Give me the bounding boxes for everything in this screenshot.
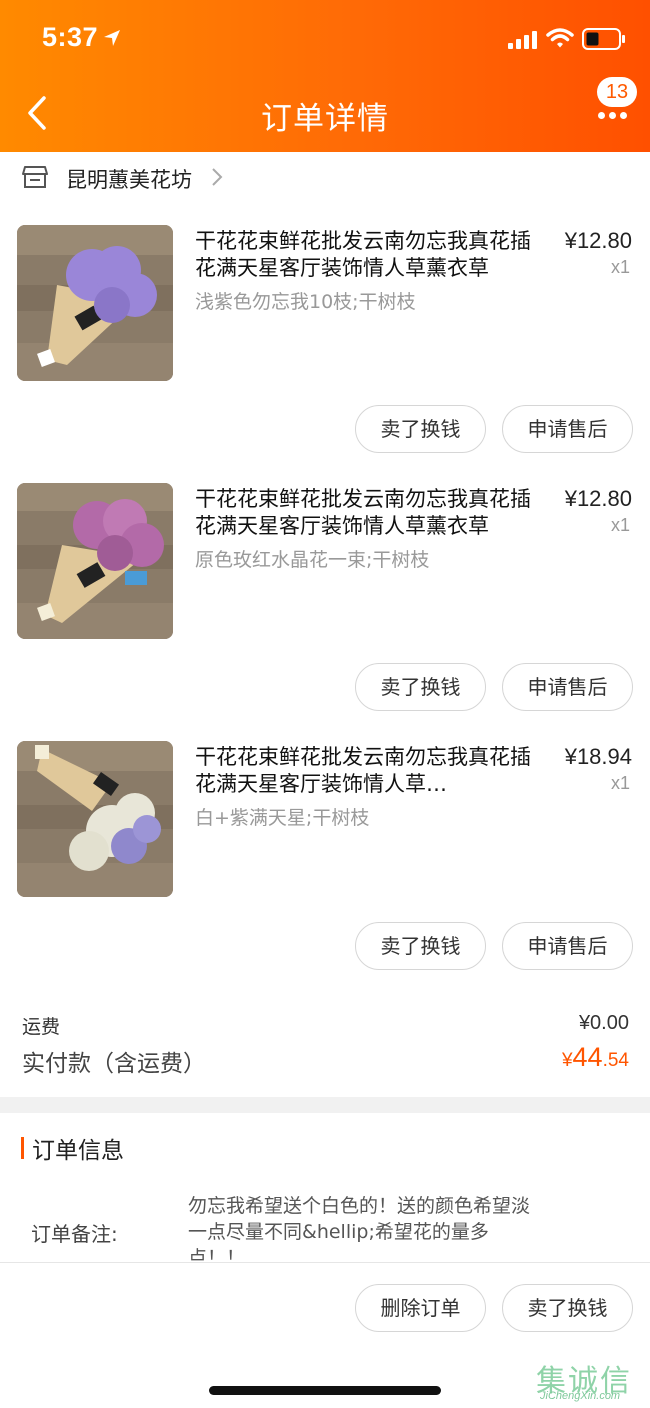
resell-button[interactable]: 卖了换钱 bbox=[355, 922, 486, 970]
delete-order-button[interactable]: 删除订单 bbox=[355, 1284, 486, 1332]
product-image[interactable] bbox=[17, 225, 173, 381]
status-time: 5:37 bbox=[42, 22, 99, 52]
order-item[interactable]: 干花花束鲜花批发云南勿忘我真花插花满天星客厅装饰情人草… 白+紫满天星;干树枝 … bbox=[0, 741, 650, 999]
order-item[interactable]: 干花花束鲜花批发云南勿忘我真花插花满天星客厅装饰情人草薰衣草 浅紫色勿忘我10枝… bbox=[0, 225, 650, 483]
product-title[interactable]: 干花花束鲜花批发云南勿忘我真花插花满天星客厅装饰情人草… bbox=[195, 744, 545, 798]
location-arrow-icon bbox=[104, 30, 120, 46]
product-sku: 原色玫红水晶花一束;干树枝 bbox=[195, 549, 430, 571]
resell-button[interactable]: 卖了换钱 bbox=[355, 663, 486, 711]
product-image[interactable] bbox=[17, 741, 173, 897]
bottom-action-bar: 删除订单 卖了换钱 集诚信 JiChengXin.com bbox=[0, 1262, 650, 1408]
product-quantity: x1 bbox=[610, 257, 630, 277]
resell-button[interactable]: 卖了换钱 bbox=[355, 405, 486, 453]
store-icon bbox=[22, 166, 48, 188]
section-divider bbox=[0, 1097, 650, 1113]
shipping-value: ¥0.00 bbox=[578, 1012, 629, 1034]
product-title[interactable]: 干花花束鲜花批发云南勿忘我真花插花满天星客厅装饰情人草薰衣草 bbox=[195, 486, 545, 540]
paid-amount-label: 实付款（含运费） bbox=[22, 1051, 206, 1077]
order-note-text: 勿忘我希望送个白色的！送的颜色希望淡一点尽量不同&hellip;希望花的量多点！… bbox=[188, 1195, 531, 1261]
page-title: 订单详情 bbox=[261, 101, 389, 137]
product-sku: 浅紫色勿忘我10枝;干树枝 bbox=[195, 291, 416, 313]
wifi-icon bbox=[546, 28, 574, 48]
after-sale-button[interactable]: 申请售后 bbox=[502, 922, 633, 970]
shop-row[interactable]: 昆明蕙美花坊 bbox=[0, 152, 650, 204]
resell-order-button[interactable]: 卖了换钱 bbox=[502, 1284, 633, 1332]
paid-decimal: .54 bbox=[602, 1050, 629, 1071]
battery-icon bbox=[582, 28, 625, 50]
product-sku: 白+紫满天星;干树枝 bbox=[195, 807, 370, 829]
shop-name[interactable]: 昆明蕙美花坊 bbox=[66, 164, 192, 194]
product-price: ¥12.80 bbox=[564, 228, 632, 253]
product-quantity: x1 bbox=[610, 773, 630, 793]
message-count-badge: 13 bbox=[597, 77, 637, 107]
after-sale-button[interactable]: 申请售后 bbox=[502, 663, 633, 711]
order-info-title: 订单信息 bbox=[32, 1138, 124, 1164]
app-header: 5:37 订单详情 13 bbox=[0, 0, 650, 152]
section-accent-bar bbox=[21, 1137, 24, 1159]
product-quantity: x1 bbox=[610, 515, 630, 535]
after-sale-button[interactable]: 申请售后 bbox=[502, 405, 633, 453]
cellular-signal-icon bbox=[508, 31, 537, 49]
home-indicator[interactable] bbox=[209, 1386, 441, 1395]
watermark-logo: 集诚信 JiChengXin.com bbox=[532, 1356, 650, 1406]
chevron-right-icon bbox=[212, 168, 223, 186]
shipping-label: 运费 bbox=[22, 1016, 61, 1038]
product-price: ¥18.94 bbox=[564, 744, 632, 769]
more-options-icon[interactable] bbox=[592, 106, 632, 126]
product-price: ¥12.80 bbox=[564, 486, 632, 511]
watermark-url: JiChengXin.com bbox=[540, 1390, 621, 1402]
product-image[interactable] bbox=[17, 483, 173, 639]
product-title[interactable]: 干花花束鲜花批发云南勿忘我真花插花满天星客厅装饰情人草薰衣草 bbox=[195, 228, 545, 282]
paid-amount-value: ¥44.54 bbox=[562, 1042, 629, 1073]
order-item[interactable]: 干花花束鲜花批发云南勿忘我真花插花满天星客厅装饰情人草薰衣草 原色玫红水晶花一束… bbox=[0, 483, 650, 741]
paid-integer: 44 bbox=[572, 1042, 603, 1072]
order-note-label: 订单备注: bbox=[31, 1222, 118, 1246]
paid-currency: ¥ bbox=[561, 1050, 573, 1071]
